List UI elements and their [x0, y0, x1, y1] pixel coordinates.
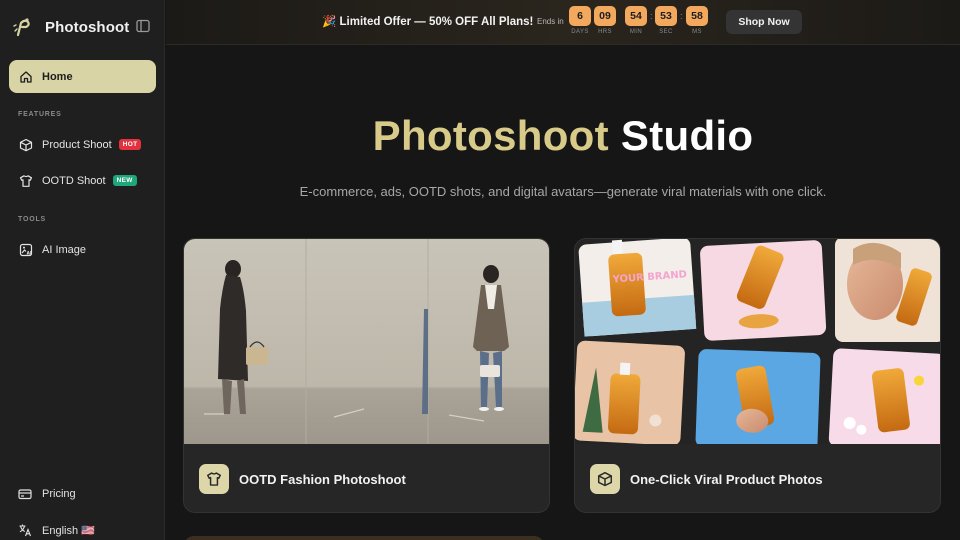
- ai-image-icon: AI: [19, 243, 33, 256]
- countdown-days: 6: [569, 6, 591, 26]
- sidebar-item-product-shoot[interactable]: Product Shoot HOT: [9, 128, 156, 161]
- pricing-label: Pricing: [42, 488, 76, 500]
- home-icon: [20, 70, 32, 83]
- next-card-peek: [184, 536, 544, 540]
- countdown-minutes-label: MIN: [629, 29, 643, 35]
- sidebar-item-label: OOTD Shoot: [42, 174, 106, 187]
- product-tile: [575, 340, 685, 444]
- sidebar-item-pricing[interactable]: Pricing: [18, 487, 76, 501]
- product-tile: [828, 348, 940, 444]
- translate-icon: [19, 524, 32, 537]
- app: Photoshoot Home FEATURES Product Shoot H…: [0, 0, 960, 540]
- box-icon: [19, 138, 33, 151]
- svg-text:AI: AI: [27, 250, 32, 255]
- countdown-hours-label: HRS: [598, 29, 612, 35]
- shirt-icon: [19, 174, 33, 187]
- shop-now-button[interactable]: Shop Now: [726, 10, 802, 34]
- promo-banner: 🎉 Limited Offer — 50% OFF All Plans! End…: [166, 0, 960, 45]
- countdown-seconds-label: SEC: [659, 29, 673, 35]
- card-title: One-Click Viral Product Photos: [630, 471, 823, 487]
- product-tile: [695, 349, 821, 444]
- countdown-seconds: 53: [655, 6, 677, 26]
- hero-title-main: Studio: [620, 112, 754, 159]
- sidebar-item-ai-image[interactable]: AI AI Image: [9, 233, 156, 266]
- hot-badge: HOT: [118, 139, 142, 150]
- sidebar-item-label: Home: [42, 70, 73, 83]
- countdown-separator: :: [680, 11, 683, 21]
- brand-name: Photoshoot: [45, 18, 130, 36]
- countdown-hours: 09: [594, 6, 616, 26]
- fashion-models-illustration: [184, 239, 549, 444]
- product-collage-illustration: YOUR BRAND: [575, 239, 940, 444]
- ootd-preview-image: [184, 239, 549, 444]
- ends-in-label: Ends in: [537, 17, 564, 26]
- sidebar-collapse-icon[interactable]: [136, 19, 150, 33]
- language-selector[interactable]: English 🇺🇸: [18, 523, 95, 537]
- sidebar: Photoshoot Home FEATURES Product Shoot H…: [0, 0, 165, 540]
- offer-text: 🎉 Limited Offer — 50% OFF All Plans!: [322, 16, 534, 28]
- product-tile: [835, 239, 940, 342]
- sidebar-item-ootd-shoot[interactable]: OOTD Shoot NEW: [9, 164, 156, 197]
- hero-title-accent: Photoshoot: [372, 112, 609, 159]
- sidebar-item-home[interactable]: Home: [9, 60, 156, 93]
- card-ootd-fashion[interactable]: OOTD Fashion Photoshoot: [183, 238, 550, 513]
- product-tile: YOUR BRAND: [578, 239, 697, 337]
- countdown-separator: :: [650, 11, 653, 21]
- language-label: English 🇺🇸: [42, 524, 95, 537]
- product-tile: [700, 240, 827, 341]
- sidebar-item-label: AI Image: [42, 243, 87, 256]
- brand[interactable]: Photoshoot: [12, 14, 129, 40]
- hero-subtitle: E-commerce, ads, OOTD shots, and digital…: [299, 184, 827, 199]
- countdown-milliseconds-label: MS: [692, 29, 702, 35]
- card-viral-product-photos[interactable]: YOUR BRAND One-Click Viral Product Photo…: [574, 238, 941, 513]
- box-icon: [590, 464, 620, 494]
- countdown-minutes: 54: [625, 6, 647, 26]
- section-label-features: FEATURES: [18, 111, 62, 118]
- card-footer: One-Click Viral Product Photos: [575, 444, 940, 512]
- hero-title: Photoshoot Studio: [166, 112, 960, 160]
- section-label-tools: TOOLS: [18, 216, 46, 223]
- credit-card-icon: [18, 489, 32, 500]
- main-content: Photoshoot Studio E-commerce, ads, OOTD …: [166, 46, 960, 540]
- brand-logo-icon: [13, 18, 30, 37]
- product-preview-image: YOUR BRAND: [575, 239, 940, 444]
- shirt-icon: [199, 464, 229, 494]
- countdown-milliseconds: 58: [686, 6, 708, 26]
- sidebar-item-label: Product Shoot: [42, 138, 112, 151]
- new-badge: NEW: [112, 175, 137, 186]
- card-footer: OOTD Fashion Photoshoot: [184, 444, 549, 512]
- card-title: OOTD Fashion Photoshoot: [239, 471, 406, 487]
